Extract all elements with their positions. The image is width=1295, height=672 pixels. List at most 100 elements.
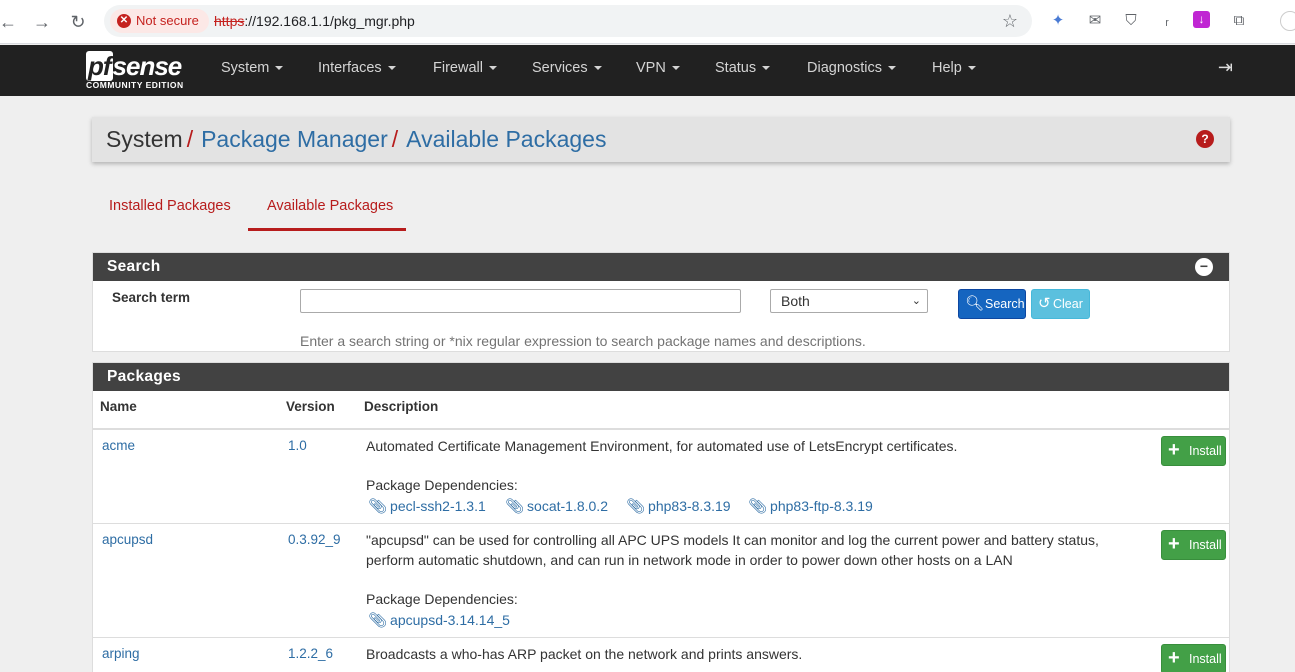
menu-label: VPN <box>636 60 666 76</box>
dependency-label: php83-8.3.19 <box>648 498 731 514</box>
url-rest: ://192.168.1.1/pkg_mgr.php <box>244 13 415 29</box>
search-scope-value: Both <box>781 293 810 309</box>
packages-panel-title: Packages <box>93 363 1229 391</box>
install-button-label: Install <box>1189 444 1222 458</box>
column-header-version[interactable]: Version <box>286 399 335 414</box>
package-version-link[interactable]: 0.3.92_9 <box>288 532 341 547</box>
url-scheme: https <box>214 13 245 29</box>
install-button[interactable]: + Install <box>1161 436 1226 466</box>
reload-icon[interactable]: ↻ <box>66 10 90 34</box>
undo-icon: ↺ <box>1038 295 1051 312</box>
dependencies-label: Package Dependencies: <box>366 591 518 607</box>
search-help-text: Enter a search string or *nix regular ex… <box>300 333 866 349</box>
paperclip-icon: 📎︎ <box>505 498 525 515</box>
shield-icon[interactable]: ⛉ <box>1121 11 1141 31</box>
packages-panel: Packages Name Version Description acme 1… <box>92 362 1230 672</box>
install-button[interactable]: + Install <box>1161 644 1226 672</box>
chevron-down-icon: ⌄ <box>911 295 921 307</box>
package-version-link[interactable]: 1.0 <box>288 438 307 453</box>
extension-icon[interactable]: ✦ <box>1048 11 1068 31</box>
main-navbar: pfsense COMMUNITY EDITION System Interfa… <box>0 45 1295 96</box>
address-bar[interactable]: ✕ Not secure https://192.168.1.1/pkg_mgr… <box>104 5 1032 37</box>
chevron-down-icon <box>887 66 896 71</box>
menu-label: Interfaces <box>318 60 382 76</box>
column-header-description: Description <box>364 399 439 414</box>
dependencies-label: Package Dependencies: <box>366 477 518 493</box>
dependency-link[interactable]: 📎︎ socat-1.8.0.2 <box>505 497 608 515</box>
menu-system[interactable]: System <box>221 45 284 91</box>
chevron-down-icon <box>967 66 976 71</box>
menu-interfaces[interactable]: Interfaces <box>318 45 396 91</box>
chevron-down-icon <box>488 66 497 71</box>
dependency-link[interactable]: 📎︎ php83-8.3.19 <box>626 497 731 515</box>
menu-services[interactable]: Services <box>532 45 602 91</box>
breadcrumb-root: System <box>106 126 183 152</box>
bookmark-star-icon[interactable]: ☆ <box>1002 9 1018 33</box>
dependency-link[interactable]: 📎︎ apcupsd-3.14.14_5 <box>368 611 510 629</box>
search-panel-title: Search <box>93 253 1229 281</box>
search-scope-select[interactable]: Both ⌄ <box>770 289 928 313</box>
menu-diagnostics[interactable]: Diagnostics <box>807 45 896 91</box>
back-icon[interactable]: ← <box>0 10 20 34</box>
dependency-label: apcupsd-3.14.14_5 <box>390 612 510 628</box>
chevron-down-icon <box>671 66 680 71</box>
clear-button[interactable]: ↺ Clear <box>1031 289 1090 319</box>
package-name-link[interactable]: apcupsd <box>102 532 153 547</box>
menu-label: System <box>221 60 270 76</box>
menu-help[interactable]: Help <box>932 45 976 91</box>
menu-label: Firewall <box>433 60 483 76</box>
collapse-icon[interactable]: − <box>1195 258 1213 276</box>
install-button[interactable]: + Install <box>1161 530 1226 560</box>
dependency-link[interactable]: 📎︎ php83-ftp-8.3.19 <box>748 497 873 515</box>
logout-icon[interactable]: ⇥ <box>1218 57 1233 78</box>
paperclip-icon: 📎︎ <box>626 498 646 515</box>
logo-subtitle: COMMUNITY EDITION <box>86 80 184 90</box>
search-button-label: Search <box>985 297 1025 311</box>
menu-status[interactable]: Status <box>715 45 771 91</box>
table-row: arping 1.2.2_6 Broadcasts a who-has ARP … <box>93 638 1229 672</box>
breadcrumb: System / Package Manager / Available Package… <box>92 117 1230 162</box>
install-button-label: Install <box>1189 538 1222 552</box>
dependency-label: pecl-ssh2-1.3.1 <box>390 498 486 514</box>
menu-label: Services <box>532 60 588 76</box>
paperclip-icon: 📎︎ <box>748 498 768 515</box>
menu-label: Status <box>715 60 757 76</box>
tab-available-packages[interactable]: Available Packages <box>267 198 393 214</box>
profile-avatar[interactable] <box>1280 11 1295 31</box>
help-icon[interactable]: ? <box>1196 130 1214 148</box>
tab-installed-packages[interactable]: Installed Packages <box>109 198 231 214</box>
plus-icon: + <box>1168 439 1180 461</box>
paperclip-icon: 📎︎ <box>368 612 388 629</box>
chevron-down-icon <box>593 66 602 71</box>
search-input[interactable] <box>300 289 741 313</box>
column-header-name[interactable]: Name <box>100 399 137 414</box>
pfsense-logo[interactable]: pfsense COMMUNITY EDITION <box>86 51 196 91</box>
breadcrumb-separator: / <box>391 126 399 152</box>
menu-firewall[interactable]: Firewall <box>433 45 497 91</box>
breadcrumb-package-manager[interactable]: Package Manager <box>201 126 388 152</box>
extension-icon-2[interactable]: ᵣ <box>1157 11 1177 31</box>
browser-toolbar: ← → ↻ ✕ Not secure https://192.168.1.1/p… <box>0 0 1295 44</box>
logo-prefix: pf <box>86 51 113 81</box>
package-name-link[interactable]: arping <box>102 646 140 661</box>
package-version-link[interactable]: 1.2.2_6 <box>288 646 333 661</box>
url-text[interactable]: https://192.168.1.1/pkg_mgr.php <box>214 5 415 37</box>
mail-icon[interactable]: ✉ <box>1085 11 1105 31</box>
logo-text: sense <box>112 51 183 81</box>
puzzle-icon[interactable]: ⧉ <box>1229 11 1249 31</box>
search-panel: Search − Search term Both ⌄ 🔍︎ Search ↺ … <box>92 252 1230 352</box>
forward-icon[interactable]: → <box>30 10 54 34</box>
search-button[interactable]: 🔍︎ Search <box>958 289 1026 319</box>
plus-icon: + <box>1168 647 1180 669</box>
package-name-link[interactable]: acme <box>102 438 135 453</box>
security-label: Not secure <box>136 13 199 28</box>
download-extension-icon[interactable]: ↓ <box>1193 11 1210 28</box>
clear-button-label: Clear <box>1053 297 1083 311</box>
dependency-label: php83-ftp-8.3.19 <box>770 498 873 514</box>
dependency-link[interactable]: 📎︎ pecl-ssh2-1.3.1 <box>368 497 486 515</box>
security-indicator[interactable]: ✕ Not secure <box>110 9 209 33</box>
warning-icon: ✕ <box>117 14 131 28</box>
menu-label: Help <box>932 60 962 76</box>
breadcrumb-available-packages[interactable]: Available Packages <box>406 126 606 152</box>
menu-vpn[interactable]: VPN <box>636 45 680 91</box>
